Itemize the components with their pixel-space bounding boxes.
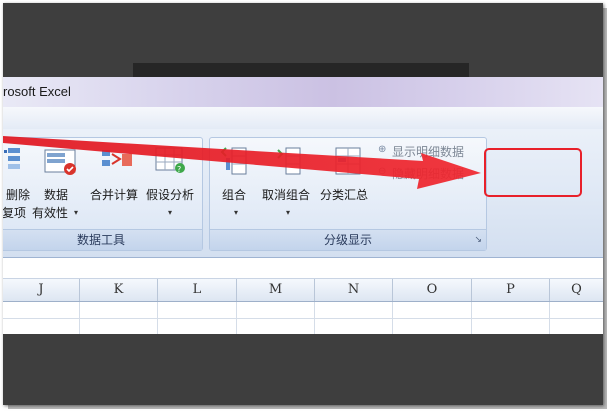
excel-screenshot: rosoft Excel 删除 重复项 bbox=[3, 3, 603, 405]
frame-shadow-right bbox=[603, 8, 607, 408]
annotation-arrow-icon bbox=[3, 136, 481, 189]
screenshot-frame: rosoft Excel 删除 重复项 bbox=[0, 0, 611, 411]
frame-shadow-bottom bbox=[8, 405, 607, 409]
